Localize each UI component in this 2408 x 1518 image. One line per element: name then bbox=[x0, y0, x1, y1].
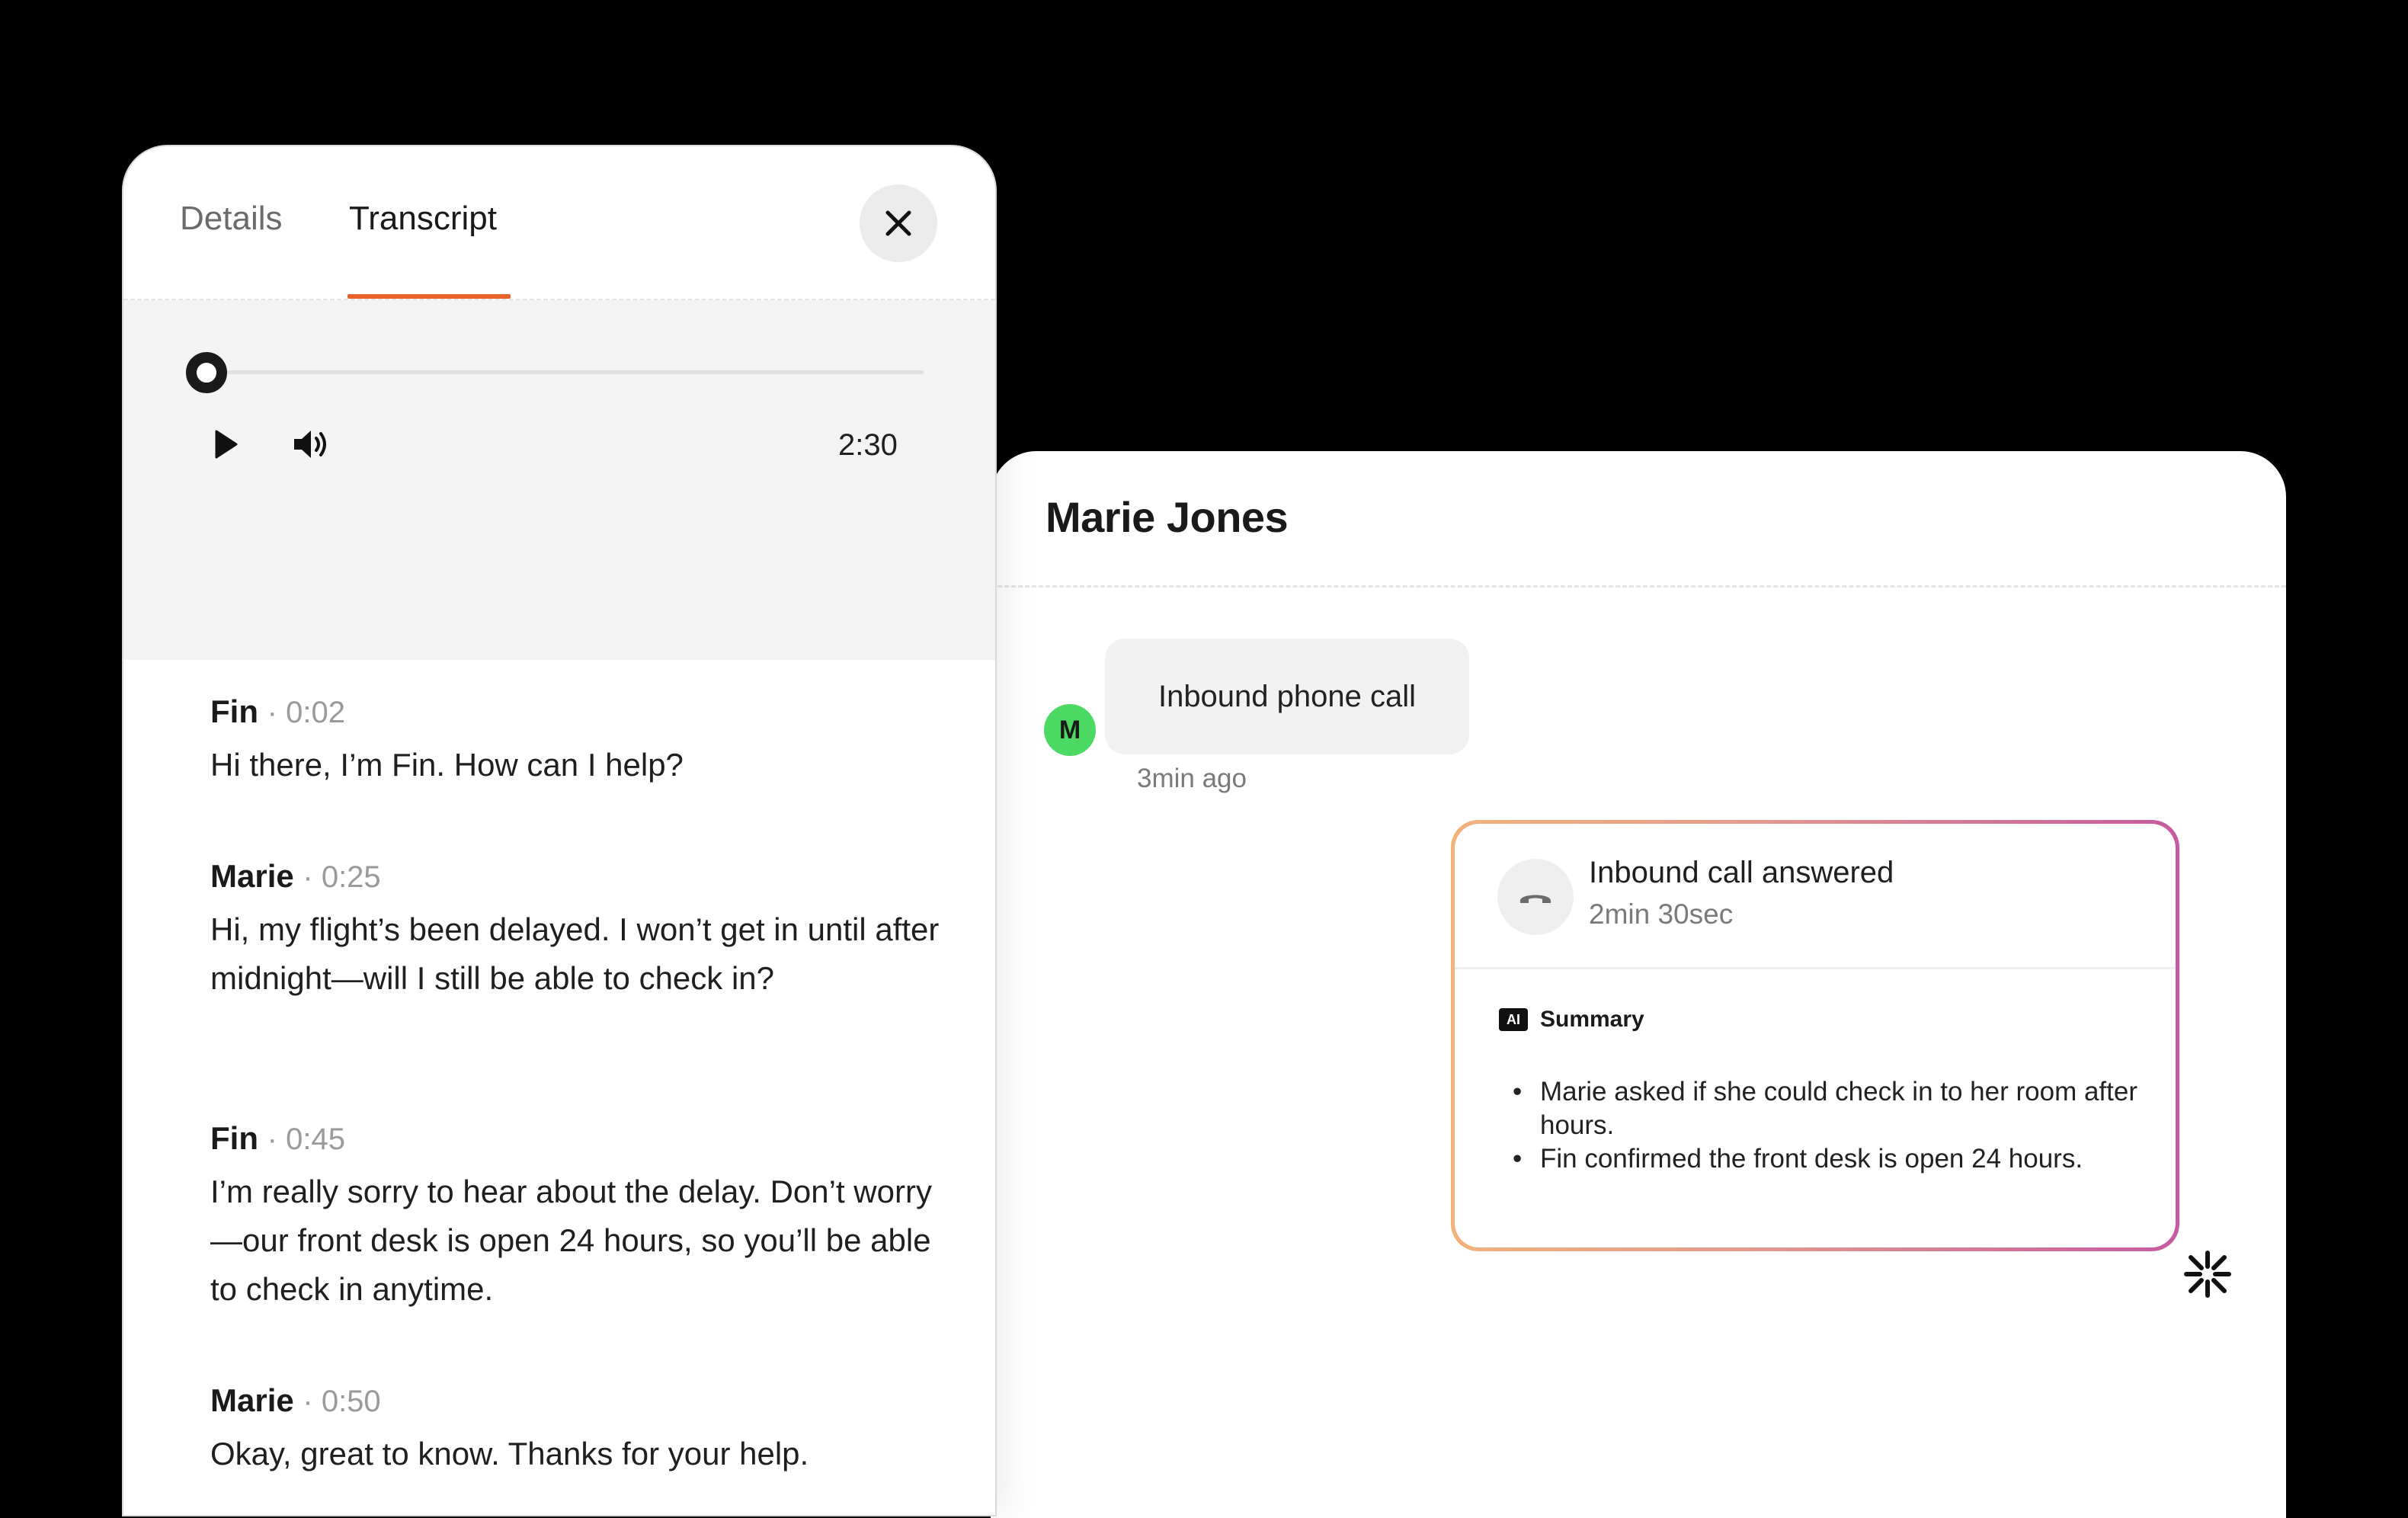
transcript-message: Fin · 0:02 Hi there, I’m Fin. How can I … bbox=[210, 693, 957, 789]
conversation-title: Marie Jones bbox=[1045, 493, 1289, 541]
message-time: · 0:50 bbox=[303, 1385, 381, 1418]
message-time: · 0:25 bbox=[303, 860, 381, 894]
message-timestamp: 3min ago bbox=[1137, 764, 1247, 793]
inbound-call-bubble[interactable]: Inbound phone call bbox=[1105, 639, 1469, 754]
seek-handle[interactable] bbox=[186, 352, 227, 393]
volume-button[interactable] bbox=[291, 427, 332, 466]
message-text: Hi, my flight’s been delayed. I won’t ge… bbox=[210, 911, 940, 996]
speaker-name: Fin bbox=[210, 693, 258, 729]
summary-header: AI Summary bbox=[1499, 1007, 1644, 1033]
play-button[interactable] bbox=[207, 427, 242, 466]
summary-item: Fin confirmed the front desk is open 24 … bbox=[1499, 1142, 2139, 1176]
volume-icon bbox=[294, 431, 326, 458]
tab-transcript[interactable]: Transcript bbox=[349, 200, 497, 238]
divider bbox=[991, 585, 2286, 588]
ai-badge: AI bbox=[1499, 1008, 1528, 1031]
audio-duration: 2:30 bbox=[838, 428, 898, 462]
speaker-name: Marie bbox=[210, 858, 294, 894]
call-summary-card[interactable]: Inbound call answered 2min 30sec AI Summ… bbox=[1451, 820, 2179, 1251]
message-text: I’m really sorry to hear about the delay… bbox=[210, 1174, 932, 1307]
message-text: Okay, great to know. Thanks for your hel… bbox=[210, 1436, 809, 1472]
tab-details[interactable]: Details bbox=[180, 200, 283, 238]
transcript-message: Fin · 0:45 I’m really sorry to hear abou… bbox=[210, 1120, 957, 1314]
seek-track[interactable] bbox=[192, 370, 924, 374]
fin-logo-icon bbox=[2183, 1250, 2232, 1299]
audio-player: 2:30 bbox=[123, 300, 995, 660]
call-title: Inbound call answered bbox=[1589, 856, 1894, 889]
summary-list: Marie asked if she could check in to her… bbox=[1499, 1075, 2139, 1176]
divider bbox=[1455, 967, 2176, 969]
transcript-message: Marie · 0:25 Hi, my flight’s been delaye… bbox=[210, 858, 957, 1003]
summary-item: Marie asked if she could check in to her… bbox=[1499, 1075, 2139, 1142]
transcript-panel: Details Transcript 2:30 Fin · 0:02 Hi th… bbox=[122, 145, 997, 1516]
phone-hangup-icon bbox=[1497, 859, 1574, 935]
avatar[interactable]: M bbox=[1044, 704, 1096, 756]
speaker-name: Fin bbox=[210, 1120, 258, 1156]
call-duration: 2min 30sec bbox=[1589, 898, 1734, 930]
summary-label: Summary bbox=[1540, 1007, 1644, 1032]
close-icon bbox=[885, 210, 911, 236]
message-time: · 0:02 bbox=[267, 696, 345, 729]
message-time: · 0:45 bbox=[267, 1122, 345, 1156]
speaker-name: Marie bbox=[210, 1382, 294, 1418]
play-icon bbox=[215, 430, 238, 459]
message-text: Hi there, I’m Fin. How can I help? bbox=[210, 747, 684, 783]
conversation-panel: Marie Jones M Inbound phone call 3min ag… bbox=[991, 451, 2286, 1518]
close-button[interactable] bbox=[860, 184, 937, 262]
transcript-message: Marie · 0:50 Okay, great to know. Thanks… bbox=[210, 1382, 957, 1478]
